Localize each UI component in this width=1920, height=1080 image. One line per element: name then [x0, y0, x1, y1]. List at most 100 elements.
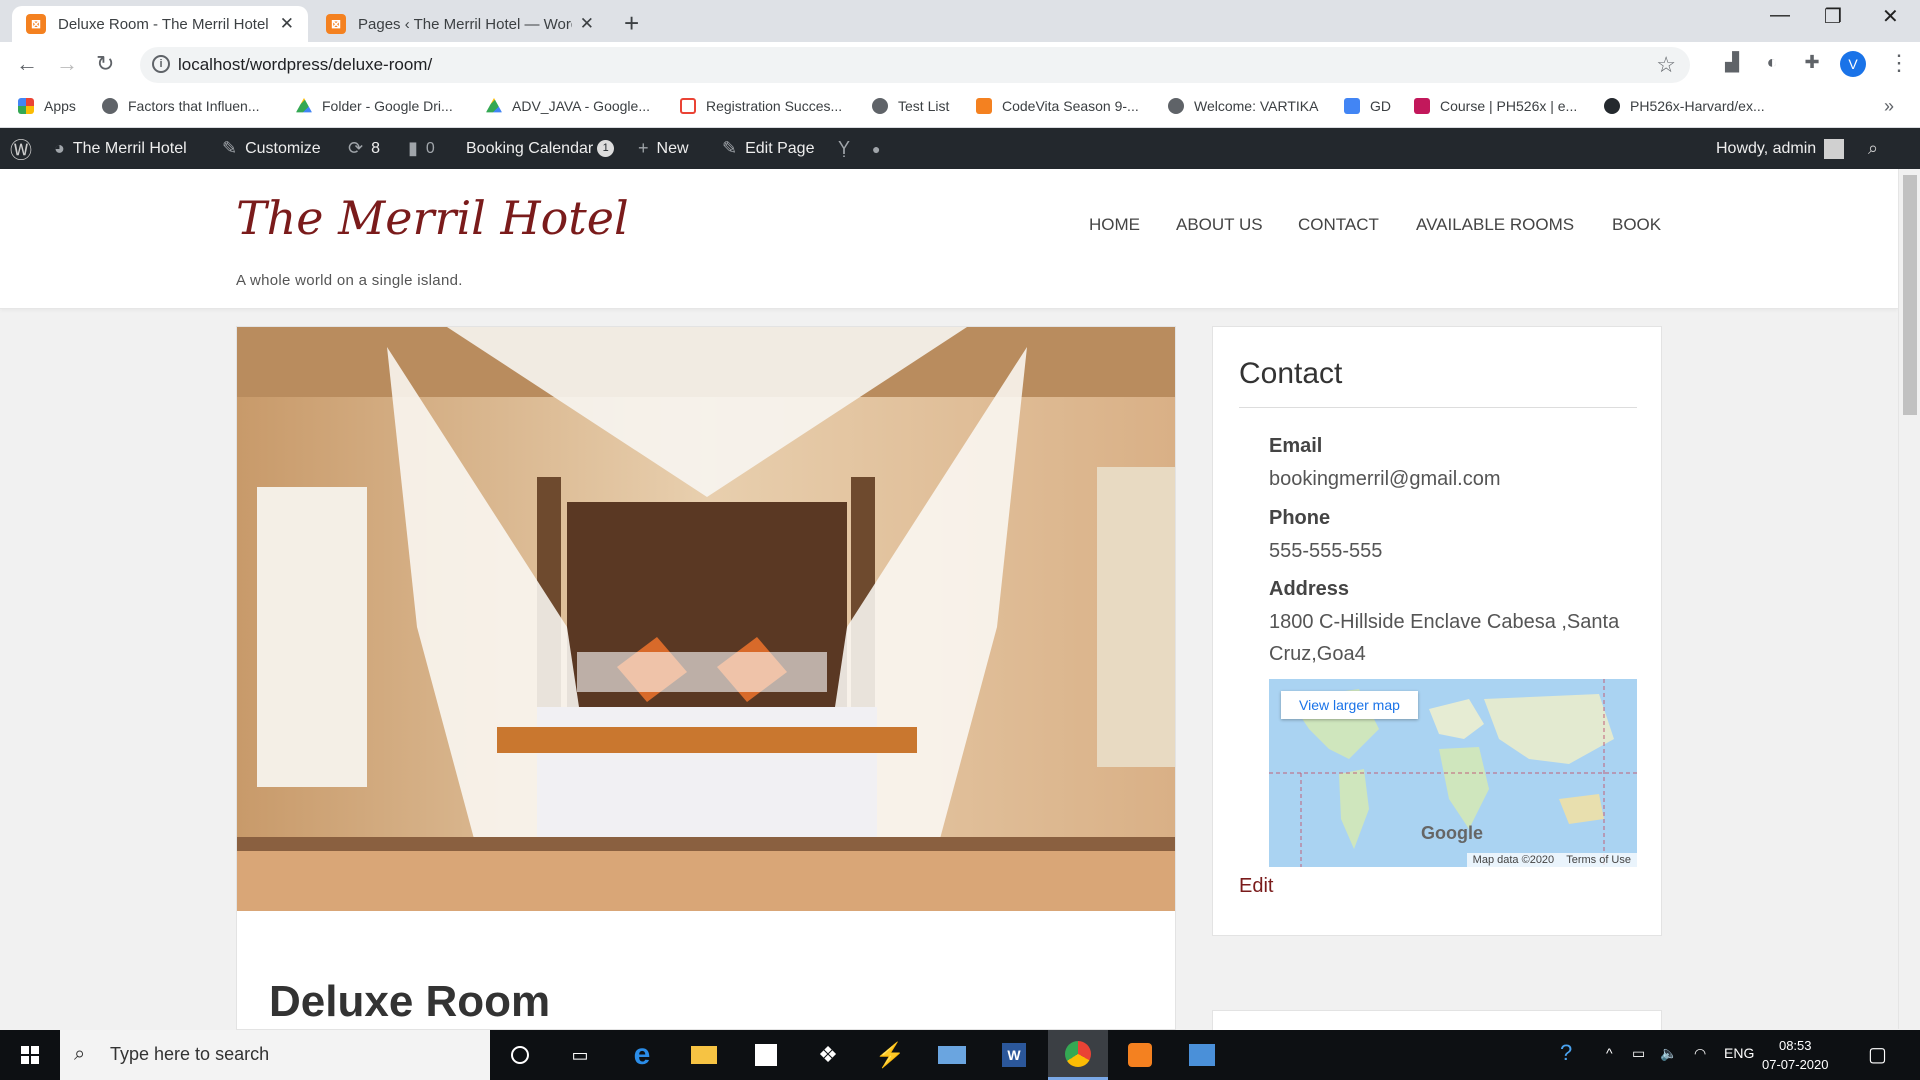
bookmark-item[interactable]: Registration Succes...: [680, 98, 842, 114]
dropbox-icon[interactable]: ❖: [798, 1030, 858, 1080]
bookmark-apps[interactable]: Apps: [18, 98, 76, 114]
avatar: [1824, 138, 1845, 159]
clock-date: 07-07-2020: [1762, 1057, 1829, 1072]
xampp-taskbar-icon[interactable]: [1110, 1030, 1170, 1080]
admin-comments[interactable]: ▮ 0: [408, 128, 435, 169]
bookmark-item[interactable]: ADV_JAVA - Google...: [486, 98, 650, 114]
new-tab-button[interactable]: +: [624, 8, 639, 39]
bookmark-item[interactable]: Factors that Influen...: [102, 98, 260, 114]
bookmark-item[interactable]: CodeVita Season 9-...: [976, 98, 1139, 114]
codevita-icon: [976, 98, 992, 114]
wifi-icon[interactable]: ◠: [1694, 1045, 1706, 1062]
bookmark-star-icon[interactable]: ☆: [1656, 52, 1676, 78]
address-bar[interactable]: i localhost/wordpress/deluxe-room/ ☆: [140, 47, 1690, 83]
admin-account[interactable]: Howdy, admin: [1716, 128, 1845, 169]
pencil-icon: ✎: [722, 138, 738, 158]
booking-badge: 1: [597, 140, 615, 157]
map-data-text: Map data ©2020: [1472, 854, 1555, 866]
close-tab-icon[interactable]: ✕: [580, 14, 594, 34]
maximize-icon[interactable]: ❐: [1824, 4, 1842, 29]
widget-title: Contact: [1239, 357, 1343, 390]
bookmark-item[interactable]: PH526x-Harvard/ex...: [1604, 98, 1765, 114]
admin-customize[interactable]: ✎ Customize: [222, 128, 321, 169]
close-window-icon[interactable]: ✕: [1882, 4, 1899, 29]
volume-icon[interactable]: 🔈: [1660, 1045, 1677, 1062]
nav-home[interactable]: HOME: [1089, 215, 1140, 235]
profile-avatar[interactable]: V: [1840, 51, 1866, 77]
word-icon[interactable]: W: [984, 1030, 1044, 1080]
nav-available-rooms[interactable]: AVAILABLE ROOMS: [1416, 215, 1574, 235]
close-tab-icon[interactable]: ✕: [280, 14, 294, 34]
bookmark-item[interactable]: Folder - Google Dri...: [296, 98, 453, 114]
bookmark-item[interactable]: Test List: [872, 98, 949, 114]
back-icon[interactable]: ←: [16, 51, 38, 77]
admin-updates[interactable]: ⟳ 8: [348, 128, 380, 169]
extension-chart-icon[interactable]: ▟: [1720, 52, 1744, 76]
browser-menu-icon[interactable]: ⋮: [1888, 50, 1910, 76]
map-terms-link[interactable]: Terms of Use: [1566, 854, 1631, 866]
nav-about-us[interactable]: ABOUT US: [1176, 215, 1263, 235]
content-card: Deluxe Room: [236, 326, 1176, 1030]
site-info-icon[interactable]: i: [152, 55, 170, 73]
site-title[interactable]: The Merril Hotel: [236, 191, 629, 245]
edge-icon[interactable]: e: [612, 1030, 672, 1080]
google-drive-icon: [296, 98, 312, 113]
show-hidden-icons[interactable]: ^: [1606, 1045, 1613, 1061]
language-indicator[interactable]: ENG: [1724, 1045, 1754, 1061]
bookmark-item[interactable]: Course | PH526x | e...: [1414, 98, 1577, 114]
view-larger-map-link[interactable]: View larger map: [1281, 691, 1418, 719]
reload-icon[interactable]: ↻: [96, 51, 114, 77]
globe-icon: [1168, 98, 1184, 114]
tab-deluxe-room[interactable]: ⊠ Deluxe Room - The Merril Hotel ✕: [12, 6, 308, 42]
embedded-map[interactable]: View larger map Google Map data ©2020 Te…: [1269, 679, 1637, 867]
admin-edit-page[interactable]: ✎ Edit Page: [722, 128, 814, 169]
cortana-icon[interactable]: [490, 1030, 550, 1080]
bookmarks-bar: Apps Factors that Influen... Folder - Go…: [0, 88, 1920, 128]
mail-icon[interactable]: [922, 1030, 982, 1080]
extension-circle-icon[interactable]: ◐: [1760, 52, 1784, 76]
dashboard-icon: ◕: [54, 138, 65, 158]
new-label: New: [656, 139, 689, 157]
nav-book[interactable]: BOOK: [1612, 215, 1661, 235]
help-icon[interactable]: ?: [1560, 1040, 1572, 1066]
site-tagline: A whole world on a single island.: [236, 272, 463, 289]
bookmark-item[interactable]: Welcome: VARTIKA: [1168, 98, 1318, 114]
url-text[interactable]: localhost/wordpress/deluxe-room/: [178, 55, 432, 75]
photos-icon[interactable]: [1172, 1030, 1232, 1080]
google-logo: Google: [1421, 823, 1483, 843]
page-scrollbar[interactable]: [1898, 169, 1920, 1029]
forward-icon[interactable]: →: [56, 51, 78, 77]
taskbar-search[interactable]: ⌕ Type here to search: [60, 1030, 490, 1080]
yoast-icon[interactable]: Ỵ: [838, 128, 858, 169]
wp-admin-bar: Ⓦ ◕ The Merril Hotel ✎ Customize ⟳ 8 ▮ 0…: [0, 128, 1920, 169]
notifications-icon[interactable]: ▢: [1868, 1042, 1887, 1067]
entry-title: Deluxe Room: [269, 977, 551, 1026]
start-button[interactable]: [0, 1030, 60, 1080]
more-bookmarks-icon[interactable]: »: [1884, 96, 1894, 117]
admin-search-icon[interactable]: ⌕: [1868, 128, 1886, 169]
tab-pages[interactable]: ⊠ Pages ‹ The Merril Hotel — Word ✕: [312, 6, 608, 42]
admin-booking-calendar[interactable]: Booking Calendar 1: [466, 128, 615, 169]
bookmark-label: Apps: [44, 98, 76, 114]
battery-icon[interactable]: ▭: [1632, 1045, 1645, 1062]
scrollbar-thumb[interactable]: [1903, 175, 1917, 415]
file-explorer-icon[interactable]: [674, 1030, 734, 1080]
edit-page-label: Edit Page: [745, 139, 815, 157]
status-dot-icon[interactable]: ●: [872, 128, 888, 169]
extensions-puzzle-icon[interactable]: ✚: [1800, 52, 1824, 76]
chrome-icon[interactable]: [1048, 1030, 1108, 1080]
bookmark-label: Course | PH526x | e...: [1440, 98, 1578, 114]
admin-new[interactable]: + New: [638, 128, 689, 169]
edit-link[interactable]: Edit: [1239, 875, 1273, 898]
bookmark-item[interactable]: GD: [1344, 98, 1391, 114]
store-icon[interactable]: [736, 1030, 796, 1080]
system-clock[interactable]: 08:53 07-07-2020: [1762, 1036, 1829, 1074]
admin-site-name[interactable]: ◕ The Merril Hotel: [54, 128, 187, 169]
site-name-label: The Merril Hotel: [72, 139, 187, 157]
wordpress-logo-icon[interactable]: Ⓦ: [10, 128, 40, 169]
task-view-icon[interactable]: ▭: [550, 1030, 610, 1080]
vscode-icon[interactable]: ⚡: [860, 1030, 920, 1080]
minimize-icon[interactable]: —: [1770, 4, 1790, 27]
nav-contact[interactable]: CONTACT: [1298, 215, 1379, 235]
bookmark-label: Folder - Google Dri...: [322, 98, 453, 114]
